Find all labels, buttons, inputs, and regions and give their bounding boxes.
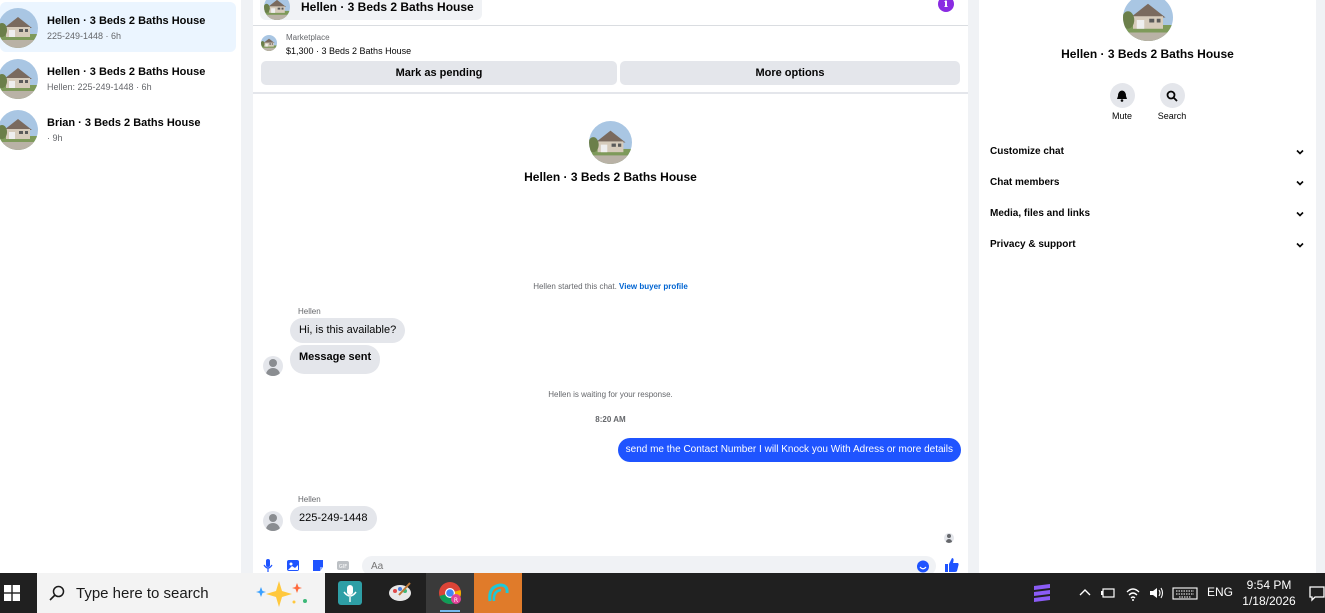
section-media-files-links[interactable]: Media, files and links	[990, 205, 1306, 225]
svg-text:R: R	[454, 597, 458, 604]
taskbar-app-paint[interactable]	[376, 573, 424, 613]
conversation-preview: 225-249-1448 · 6h	[47, 31, 122, 41]
clock[interactable]: 9:54 PM 1/18/2026	[1240, 577, 1298, 609]
battery-icon[interactable]	[1100, 584, 1116, 602]
chevron-down-icon	[1296, 149, 1304, 155]
conversation-name: Hellen · 3 Beds 2 Baths House	[47, 66, 206, 78]
taskbar-search-box[interactable]: Type here to search	[37, 573, 325, 613]
marketplace-label: Marketplace	[286, 33, 330, 42]
message-bubble[interactable]: Hi, is this available?	[290, 318, 406, 343]
info-icon[interactable]: i	[938, 0, 954, 12]
listing-header[interactable]: Hellen · 3 Beds 2 Baths House	[260, 0, 482, 20]
conversation-preview: · 9h	[47, 133, 63, 143]
message-bubble[interactable]: Message sent	[290, 345, 381, 374]
more-options-button[interactable]: More options	[620, 61, 960, 85]
clock-time: 9:54 PM	[1246, 578, 1292, 592]
listing-avatar	[264, 0, 290, 20]
waiting-notice: Hellen is waiting for your response.	[548, 390, 673, 399]
conversation-item[interactable]: Brian · 3 Beds 2 Baths House · 9h	[0, 104, 236, 154]
conversation-name: Hellen · 3 Beds 2 Baths House	[47, 15, 206, 27]
chevron-down-icon	[1296, 242, 1304, 248]
wifi-icon[interactable]	[1125, 584, 1141, 602]
taskbar: Type here to search R ENG 9:54 PM 1/18/2…	[0, 573, 1325, 613]
section-label: Media, files and links	[990, 208, 1091, 219]
section-chat-members[interactable]: Chat members	[990, 174, 1306, 194]
divider	[253, 25, 968, 26]
conversation-avatar	[0, 59, 38, 99]
clock-date: 1/18/2026	[1242, 594, 1296, 608]
conversation-list: Hellen · 3 Beds 2 Baths House 225-249-14…	[0, 0, 241, 573]
search-icon	[1166, 90, 1178, 102]
section-label: Customize chat	[990, 146, 1064, 157]
app-tray-icon[interactable]	[1031, 582, 1053, 604]
chat-title: Hellen · 3 Beds 2 Baths House	[524, 170, 697, 184]
user-avatar-icon	[263, 356, 283, 376]
conversation-item[interactable]: Hellen · 3 Beds 2 Baths House Hellen: 22…	[0, 53, 236, 103]
details-title: Hellen · 3 Beds 2 Baths House	[1061, 47, 1234, 61]
svg-text:GIF: GIF	[339, 564, 347, 570]
view-buyer-profile-link[interactable]: View buyer profile	[619, 282, 688, 291]
search-label: Search	[1157, 111, 1187, 121]
gif-icon[interactable]: GIF	[337, 559, 349, 572]
emoji-icon[interactable]	[917, 560, 929, 573]
mute-button[interactable]: Mute	[1100, 83, 1144, 121]
conversation-avatar	[0, 8, 38, 48]
sticker-icon[interactable]	[312, 559, 324, 572]
taskbar-search-placeholder: Type here to search	[76, 585, 209, 602]
chat-avatar[interactable]	[589, 121, 632, 164]
sparkles-icon	[256, 581, 307, 607]
sender-name: Hellen	[298, 307, 321, 316]
section-privacy-support[interactable]: Privacy & support	[990, 236, 1306, 256]
listing-detail[interactable]: $1,300 · 3 Beds 2 Baths House	[286, 46, 411, 56]
search-icon	[49, 585, 65, 601]
chat-panel: Hellen · 3 Beds 2 Baths House i Marketpl…	[253, 0, 968, 576]
keyboard-icon[interactable]	[1172, 584, 1198, 602]
listing-header-title: Hellen · 3 Beds 2 Baths House	[301, 0, 474, 14]
photo-icon[interactable]	[287, 559, 299, 572]
mark-as-pending-button[interactable]: Mark as pending	[261, 61, 617, 85]
bell-icon	[1117, 90, 1127, 102]
section-label: Chat members	[990, 177, 1060, 188]
user-avatar-icon	[263, 511, 283, 531]
mute-label: Mute	[1111, 111, 1132, 121]
search-button[interactable]: Search	[1150, 83, 1194, 121]
message-timestamp: 8:20 AM	[595, 415, 626, 424]
chevron-up-icon[interactable]	[1077, 584, 1093, 602]
conversation-avatar	[0, 110, 38, 150]
taskbar-app-active[interactable]	[474, 573, 522, 613]
chat-started-notice: Hellen started this chat. View buyer pro…	[253, 282, 968, 291]
conversation-name: Brian · 3 Beds 2 Baths House	[47, 117, 201, 129]
chevron-down-icon	[1296, 180, 1304, 186]
app-icon	[338, 581, 362, 605]
message-bubble[interactable]: 225-249-1448	[290, 506, 377, 531]
taskbar-app-chrome[interactable]: R	[426, 573, 474, 613]
outgoing-message-bubble[interactable]: send me the Contact Number I will Knock …	[617, 438, 961, 462]
language-indicator[interactable]: ENG	[1207, 585, 1233, 599]
section-customize-chat[interactable]: Customize chat	[990, 143, 1306, 163]
windows-start-icon[interactable]	[4, 585, 20, 601]
details-avatar[interactable]	[1123, 0, 1173, 41]
section-label: Privacy & support	[990, 239, 1076, 250]
details-panel: Hellen · 3 Beds 2 Baths House Mute Searc…	[979, 0, 1316, 573]
volume-icon[interactable]	[1148, 584, 1164, 602]
notification-icon[interactable]	[1309, 584, 1325, 602]
conversation-item[interactable]: Hellen · 3 Beds 2 Baths House 225-249-14…	[0, 2, 236, 52]
started-text: Hellen started this chat.	[533, 282, 617, 291]
conversation-preview: Hellen: 225-249-1448 · 6h	[47, 82, 152, 92]
app-icon	[389, 582, 411, 601]
thumbs-up-icon[interactable]	[944, 557, 960, 573]
app-icon	[488, 583, 509, 602]
taskbar-app-teams[interactable]	[326, 573, 374, 613]
message-composer: GIF	[253, 556, 968, 576]
microphone-icon[interactable]	[262, 559, 274, 572]
chevron-down-icon	[1296, 211, 1304, 217]
listing-thumbnail[interactable]	[261, 35, 277, 51]
chrome-icon: R	[439, 582, 461, 604]
sender-name: Hellen	[298, 495, 321, 504]
seen-indicator-icon	[944, 533, 954, 543]
divider	[253, 92, 968, 94]
